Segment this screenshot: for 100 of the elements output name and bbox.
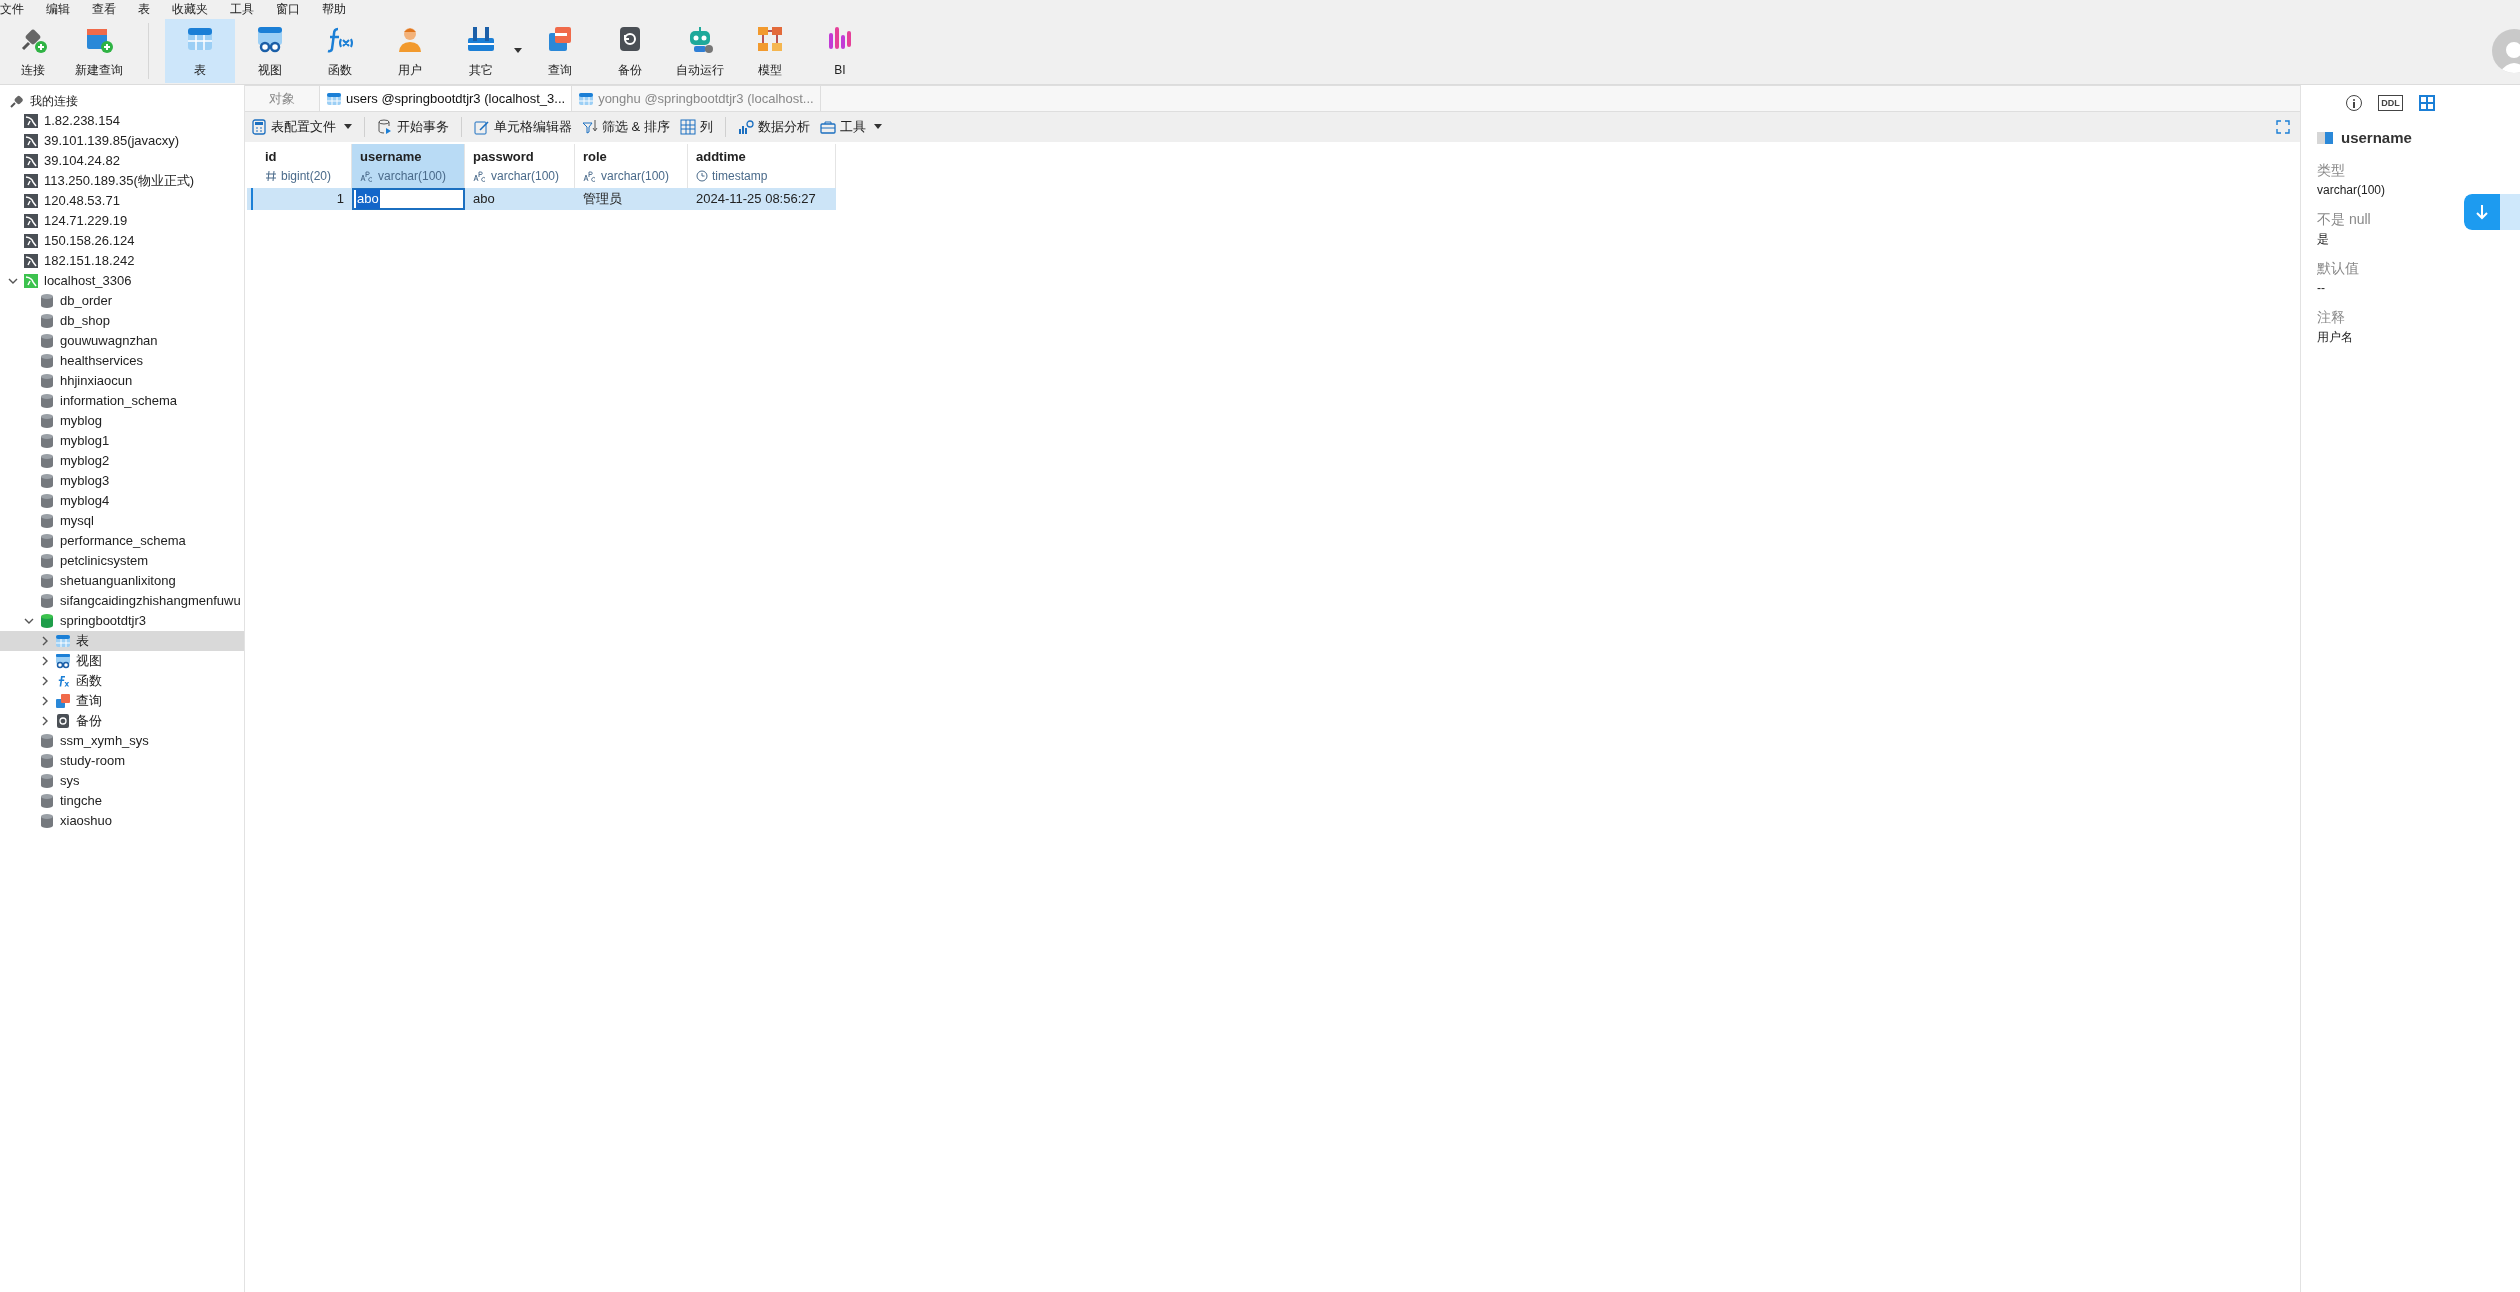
toolbar-button[interactable]: 列	[677, 117, 715, 137]
toolbar-button[interactable]: 备份	[595, 19, 665, 83]
menu-item[interactable]: 帮助	[322, 0, 346, 18]
tree-item[interactable]: ssm_xymh_sys	[0, 731, 244, 751]
database-icon	[39, 733, 55, 749]
database-icon	[39, 613, 55, 629]
clock-icon	[696, 169, 708, 182]
tree-item[interactable]: 39.104.24.82	[0, 151, 244, 171]
connection-icon	[23, 273, 39, 289]
toolbar-button[interactable]: 筛选 & 排序	[580, 117, 672, 137]
tree-item[interactable]: performance_schema	[0, 531, 244, 551]
tree-item[interactable]: xiaoshuo	[0, 811, 244, 831]
toolbar-button[interactable]: BI	[805, 19, 875, 83]
tree-item[interactable]: 表	[0, 631, 244, 651]
tree-item[interactable]: 备份	[0, 711, 244, 731]
connection-icon	[23, 233, 39, 249]
toolbar-button[interactable]: 数据分析	[735, 117, 812, 137]
tree-item[interactable]: 39.101.139.85(javacxy)	[0, 131, 244, 151]
tree-item[interactable]: 1.82.238.154	[0, 111, 244, 131]
columns-icon[interactable]	[2418, 95, 2435, 111]
tree-label: 113.250.189.35(物业正式)	[44, 172, 195, 191]
calculator-icon	[251, 119, 267, 135]
toolbar-button[interactable]: 用户	[375, 19, 445, 83]
table-icon	[326, 90, 342, 107]
tree-item[interactable]: 120.48.53.71	[0, 191, 244, 211]
toolbar-button[interactable]: 视图	[235, 19, 305, 83]
table-cell-text: 2024-11-25 08:56:27	[695, 190, 817, 209]
tree-item[interactable]: 视图	[0, 651, 244, 671]
tree-item[interactable]: healthservices	[0, 351, 244, 371]
toolbar-button[interactable]: 表	[165, 19, 235, 83]
toolbar-button[interactable]: 工具	[817, 117, 884, 137]
database-icon	[39, 773, 55, 789]
grid-icon	[679, 119, 696, 135]
tree-item[interactable]: 113.250.189.35(物业正式)	[0, 171, 244, 191]
text-type-icon	[473, 169, 487, 182]
tree-item[interactable]: 函数	[0, 671, 244, 691]
tree-item[interactable]: study-room	[0, 751, 244, 771]
tree-label: 39.104.24.82	[44, 152, 120, 171]
menu-item[interactable]: 表	[138, 0, 150, 18]
toolbar-button[interactable]: 模型	[735, 19, 805, 83]
database-icon	[39, 473, 55, 489]
tree-item[interactable]: myblog3	[0, 471, 244, 491]
toolbar-button[interactable]: 表配置文件	[249, 117, 354, 137]
tree-item[interactable]: myblog1	[0, 431, 244, 451]
tab[interactable]: users @springbootdtjr3 (localhost_3...	[320, 86, 573, 111]
toolbar-button[interactable]: 新建查询	[66, 19, 132, 83]
tree-label: 1.82.238.154	[44, 112, 120, 131]
tree-label: 150.158.26.124	[44, 232, 135, 251]
tree-item[interactable]: sifangcaidingzhishangmenfuwu	[0, 591, 244, 611]
toolbar-button[interactable]: 其它	[445, 19, 525, 83]
tree-item[interactable]: shetuanguanlixitong	[0, 571, 244, 591]
tree-label: myblog4	[60, 492, 110, 511]
property-label: 注释	[2317, 307, 2345, 327]
property-label: 默认值	[2317, 258, 2359, 278]
tree-item[interactable]: localhost_3306	[0, 271, 244, 291]
tree-item[interactable]: gouwuwagnzhan	[0, 331, 244, 351]
menu-item[interactable]: 编辑	[46, 0, 70, 18]
toolbar-button[interactable]: 自动运行	[665, 19, 735, 83]
tree-label: 备份	[76, 712, 102, 731]
database-icon	[39, 813, 55, 829]
download-button[interactable]	[2464, 194, 2520, 230]
menu-item[interactable]: 收藏夹	[172, 0, 208, 18]
tree-item[interactable]: petclinicsystem	[0, 551, 244, 571]
tree-item[interactable]: 查询	[0, 691, 244, 711]
expand-icon[interactable]	[2276, 120, 2290, 134]
menu-item[interactable]: 窗口	[276, 0, 300, 18]
tree-item[interactable]: springbootdtjr3	[0, 611, 244, 631]
menu-item[interactable]: 工具	[230, 0, 254, 18]
tree-item[interactable]: mysql	[0, 511, 244, 531]
property-value: 用户名	[2317, 328, 2353, 346]
caret-icon	[514, 48, 522, 54]
tree-label: ssm_xymh_sys	[60, 732, 149, 751]
tree-item[interactable]: 182.151.18.242	[0, 251, 244, 271]
menu-item[interactable]: 文件	[0, 0, 24, 18]
cell-editor[interactable]: abo	[352, 188, 465, 210]
tree-item[interactable]: db_shop	[0, 311, 244, 331]
tree-item[interactable]: 150.158.26.124	[0, 231, 244, 251]
tree-item[interactable]: myblog	[0, 411, 244, 431]
tree-item[interactable]: myblog2	[0, 451, 244, 471]
tree-item[interactable]: 124.71.229.19	[0, 211, 244, 231]
tree-item[interactable]: myblog4	[0, 491, 244, 511]
tree-item[interactable]: hhjinxiaocun	[0, 371, 244, 391]
toolbar-button[interactable]: 函数	[305, 19, 375, 83]
toolbar-button[interactable]: 单元格编辑器	[472, 117, 574, 137]
tree-item[interactable]: db_order	[0, 291, 244, 311]
tree-item[interactable]: information_schema	[0, 391, 244, 411]
database-icon	[39, 433, 55, 449]
database-icon	[39, 453, 55, 469]
ddl-button[interactable]: DDL	[2378, 95, 2403, 111]
table-row[interactable]: 1 abo abo 管理员 2024-11-25 08:56:27	[247, 188, 836, 210]
database-icon	[39, 593, 55, 609]
tree-item[interactable]: tingche	[0, 791, 244, 811]
menu-item[interactable]: 查看	[92, 0, 116, 18]
column-header[interactable]: username varchar(100)	[352, 144, 465, 188]
toolbar-button[interactable]: 连接	[0, 19, 66, 83]
toolbar-button[interactable]: 查询	[525, 19, 595, 83]
database-icon	[39, 533, 55, 549]
tree-item[interactable]: sys	[0, 771, 244, 791]
toolbar-button[interactable]: 开始事务	[375, 117, 451, 137]
property-label: 类型	[2317, 160, 2345, 180]
